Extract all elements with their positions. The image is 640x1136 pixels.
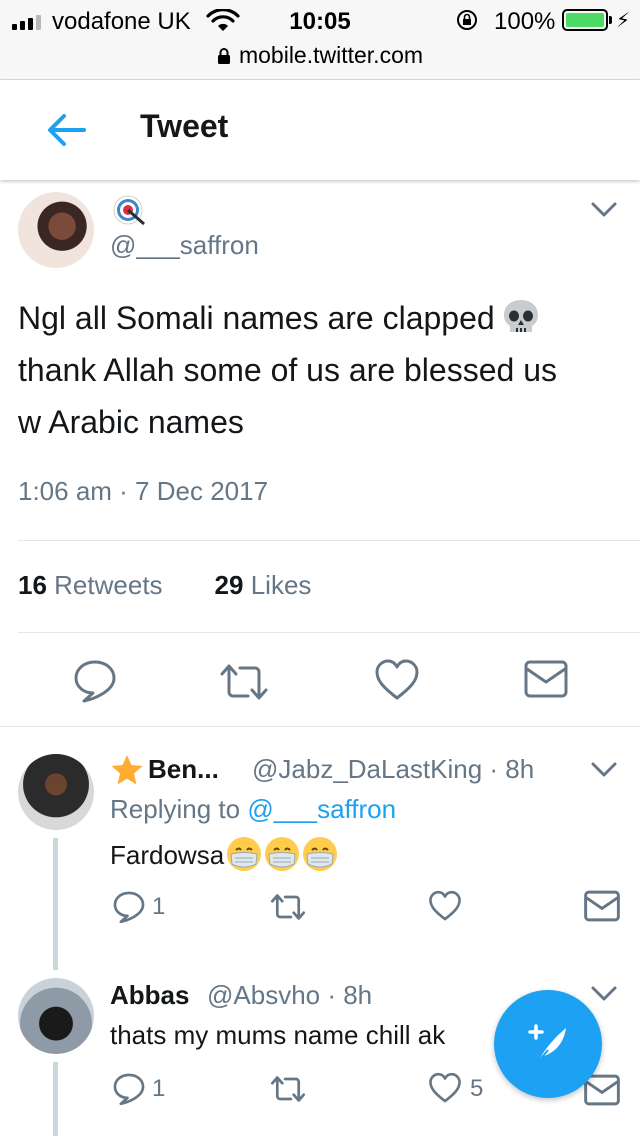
replying-to: Replying to @___saffron [110,794,396,825]
mail-icon[interactable] [584,890,620,922]
divider [0,726,640,727]
face-mask-emoji [303,837,338,871]
retweets-count: 16 [18,570,47,600]
compose-tweet-button[interactable] [494,990,602,1098]
reply-avatar[interactable] [18,978,94,1054]
likes-stat[interactable]: 29 Likes [215,570,312,600]
likes-label: Likes [250,570,312,600]
heart-icon[interactable] [428,890,462,922]
reply-handle-time[interactable]: @Jabz_DaLastKing · 8h [252,754,534,785]
tweet-text-line: thank Allah some of us are blessed us [18,352,557,388]
chevron-down-icon[interactable] [590,760,618,780]
engagement-stats: 16 Retweets 29 Likes [18,570,311,601]
heart-icon[interactable] [374,658,420,702]
mail-icon[interactable] [584,1074,620,1106]
retweet-icon[interactable] [268,1074,308,1104]
author-avatar[interactable] [18,192,94,268]
tweet-text-line: w Arabic names [18,404,244,440]
battery-icon [562,9,612,31]
replying-to-label: Replying to [110,794,241,824]
thread-line [53,1062,58,1136]
replying-to-handle[interactable]: @___saffron [247,794,396,824]
author-handle[interactable]: @___saffron [110,230,259,261]
likes-count: 29 [214,570,244,600]
reply-author-name[interactable]: Ben... [148,754,219,785]
divider [18,632,640,633]
direct-hit-emoji [113,195,145,226]
retweets-stat[interactable]: 16 Retweets [18,570,163,600]
compose-icon [528,1024,566,1063]
skull-emoji [503,300,538,332]
charging-icon: ⚡ [616,10,631,32]
reply-count: 1 [152,893,166,920]
tweet-text-line: Ngl all Somali names are clapped [18,300,495,336]
reply-count: 1 [152,1075,166,1102]
lock-icon [217,48,230,64]
face-mask-emoji [265,837,300,871]
thread-line [53,838,58,970]
retweet-icon[interactable] [216,662,272,702]
divider [18,540,640,541]
reply-author-name[interactable]: Abbas [110,980,189,1011]
reply-icon[interactable] [112,1072,146,1106]
reply-icon[interactable] [72,658,118,704]
retweet-icon[interactable] [268,892,308,922]
url-bar[interactable]: mobile.twitter.com [0,42,640,69]
reply-text-content: Fardowsa [110,840,225,870]
face-mask-emoji [227,837,262,871]
status-bar: vodafone UK 10:05 100% ⚡ mobile.twitter.… [0,0,640,80]
reply-text: Fardowsa [110,836,338,872]
reply-icon[interactable] [112,890,146,924]
battery-percent: 100% [494,8,556,35]
tweet-timestamp[interactable]: 1:06 am · 7 Dec 2017 [18,476,268,507]
page-header: Tweet [0,80,640,180]
like-count: 5 [470,1075,484,1102]
tweet-actions [0,650,640,714]
page-title: Tweet [140,108,229,144]
retweets-label: Retweets [54,570,163,600]
back-arrow-icon[interactable] [44,110,88,150]
rotation-lock-icon [457,10,477,30]
reply-handle-time[interactable]: @Absvho · 8h [207,980,372,1011]
reply-text: thats my mums name chill ak [110,1020,446,1050]
url-text: mobile.twitter.com [238,42,424,68]
tweet-text: Ngl all Somali names are clapped thank A… [18,292,630,448]
reply-avatar[interactable] [18,754,94,830]
heart-icon[interactable] [428,1072,462,1104]
star-emoji [111,755,143,785]
chevron-down-icon[interactable] [590,200,618,220]
chevron-down-icon[interactable] [590,984,618,1004]
mail-icon[interactable] [524,660,568,698]
